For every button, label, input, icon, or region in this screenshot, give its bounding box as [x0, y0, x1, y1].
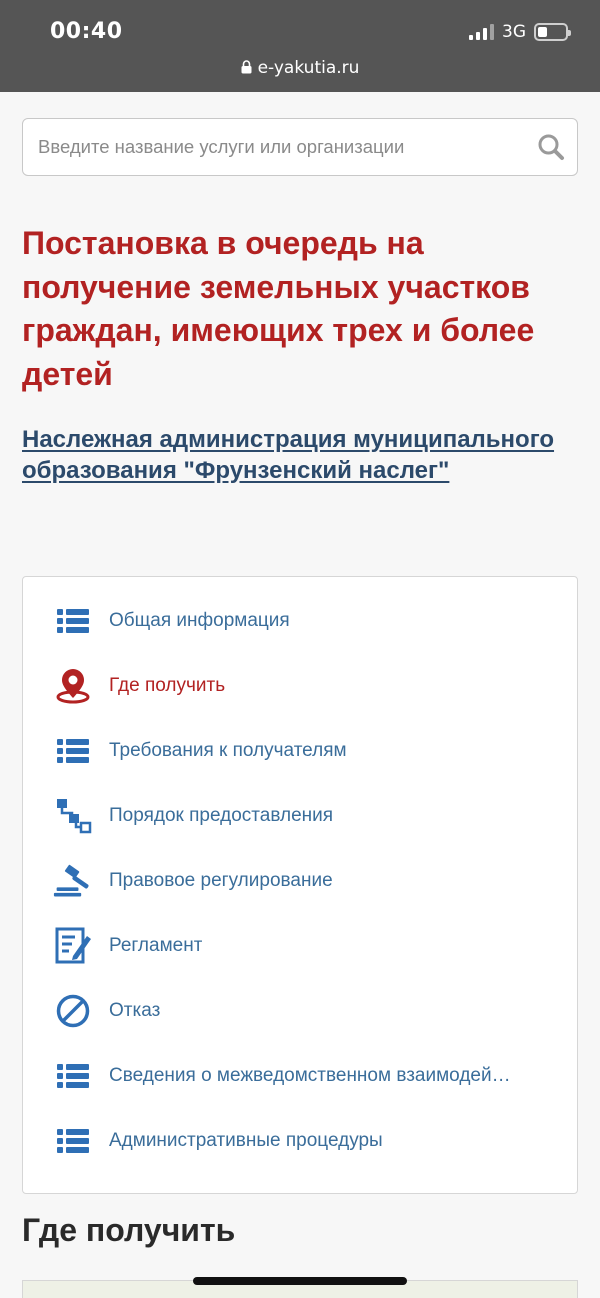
menu-item-legal-regulation[interactable]: Правовое регулирование	[23, 855, 577, 907]
menu-item-label: Правовое регулирование	[109, 870, 333, 891]
status-indicators: 3G	[469, 22, 571, 42]
battery-icon	[534, 23, 571, 41]
lock-icon	[241, 59, 252, 79]
menu-item-interagency[interactable]: Сведения о межведомственном взаимодей…	[23, 1050, 577, 1102]
section-title: Где получить	[22, 1212, 236, 1248]
prohibited-icon	[53, 991, 93, 1031]
list-icon	[53, 731, 93, 771]
flowchart-icon	[53, 796, 93, 836]
clock: 00:40	[50, 19, 123, 44]
status-bar: 00:40 3G e-yakutia.ru	[0, 0, 600, 92]
menu-item-label: Сведения о межведомственном взаимодей…	[109, 1065, 511, 1086]
search-input[interactable]	[23, 119, 523, 175]
page-title: Постановка в очередь на получение земель…	[22, 225, 535, 392]
menu-item-label: Требования к получателям	[109, 740, 347, 761]
menu-item-procedure[interactable]: Порядок предоставления	[23, 790, 577, 842]
menu-item-label: Порядок предоставления	[109, 805, 334, 826]
menu-item-label: Общая информация	[109, 610, 290, 631]
service-menu: Общая информация Где получить Требования…	[22, 576, 578, 1194]
search-box[interactable]	[22, 118, 578, 176]
gavel-icon	[53, 861, 93, 901]
organization-link[interactable]: Наслежная администрация муниципального о…	[22, 425, 582, 486]
menu-item-general-info[interactable]: Общая информация	[23, 595, 577, 647]
menu-item-where-to-get[interactable]: Где получить	[23, 660, 577, 712]
menu-item-label: Административные процедуры	[109, 1130, 383, 1151]
home-indicator[interactable]	[193, 1277, 407, 1285]
list-icon	[53, 1121, 93, 1161]
url-text: e-yakutia.ru	[257, 58, 360, 78]
menu-item-label: Отказ	[109, 1000, 161, 1021]
menu-item-refusal[interactable]: Отказ	[23, 985, 577, 1037]
signal-strength-icon	[469, 24, 494, 40]
menu-item-reglament[interactable]: Регламент	[23, 920, 577, 972]
list-icon	[53, 601, 93, 641]
menu-item-admin-procedures[interactable]: Административные процедуры	[23, 1115, 577, 1167]
document-edit-icon	[53, 926, 93, 966]
location-pin-icon	[53, 666, 93, 706]
menu-item-label: Где получить	[109, 675, 226, 696]
search-icon[interactable]	[537, 133, 565, 166]
address-bar[interactable]: e-yakutia.ru	[0, 58, 600, 79]
menu-item-requirements[interactable]: Требования к получателям	[23, 725, 577, 777]
menu-item-label: Регламент	[109, 935, 203, 956]
network-type: 3G	[502, 22, 526, 42]
list-icon	[53, 1056, 93, 1096]
